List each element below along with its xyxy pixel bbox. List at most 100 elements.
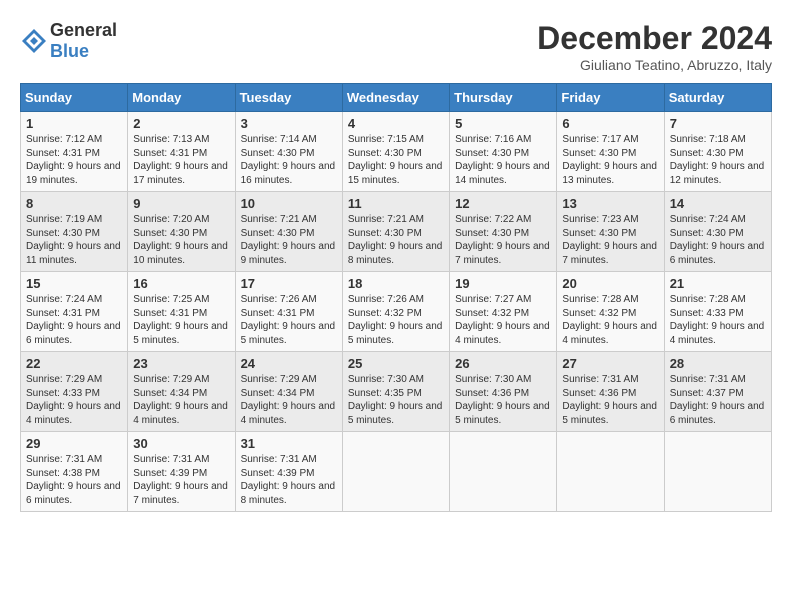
sunset-label: Sunset: 4:32 PM [562,308,636,319]
day-number: 5 [455,116,551,131]
sunrise-label: Sunrise: 7:26 AM [241,294,317,305]
col-friday: Friday [557,84,664,112]
sunset-label: Sunset: 4:33 PM [670,308,744,319]
cell-content: Sunrise: 7:18 AM Sunset: 4:30 PM Dayligh… [670,133,766,187]
cell-content: Sunrise: 7:28 AM Sunset: 4:32 PM Dayligh… [562,293,658,347]
sunrise-label: Sunrise: 7:30 AM [455,374,531,385]
sunrise-label: Sunrise: 7:24 AM [26,294,102,305]
calendar-cell: 5 Sunrise: 7:16 AM Sunset: 4:30 PM Dayli… [450,112,557,192]
sunrise-label: Sunrise: 7:22 AM [455,214,531,225]
day-number: 28 [670,356,766,371]
title-section: December 2024 Giuliano Teatino, Abruzzo,… [537,20,772,73]
col-wednesday: Wednesday [342,84,449,112]
sunrise-label: Sunrise: 7:21 AM [241,214,317,225]
calendar-table: Sunday Monday Tuesday Wednesday Thursday… [20,83,772,512]
sunset-label: Sunset: 4:30 PM [455,148,529,159]
daylight-label: Daylight: 9 hours and 7 minutes. [562,241,657,266]
day-number: 27 [562,356,658,371]
sunset-label: Sunset: 4:31 PM [133,308,207,319]
cell-content: Sunrise: 7:20 AM Sunset: 4:30 PM Dayligh… [133,213,229,267]
logo: General Blue [20,20,117,62]
sunset-label: Sunset: 4:36 PM [562,388,636,399]
calendar-cell: 25 Sunrise: 7:30 AM Sunset: 4:35 PM Dayl… [342,352,449,432]
calendar-cell: 6 Sunrise: 7:17 AM Sunset: 4:30 PM Dayli… [557,112,664,192]
col-monday: Monday [128,84,235,112]
sunrise-label: Sunrise: 7:24 AM [670,214,746,225]
calendar-week-1: 1 Sunrise: 7:12 AM Sunset: 4:31 PM Dayli… [21,112,772,192]
cell-content: Sunrise: 7:29 AM Sunset: 4:34 PM Dayligh… [133,373,229,427]
calendar-week-4: 22 Sunrise: 7:29 AM Sunset: 4:33 PM Dayl… [21,352,772,432]
daylight-label: Daylight: 9 hours and 8 minutes. [241,481,336,506]
cell-content: Sunrise: 7:31 AM Sunset: 4:39 PM Dayligh… [133,453,229,507]
daylight-label: Daylight: 9 hours and 4 minutes. [670,321,765,346]
daylight-label: Daylight: 9 hours and 6 minutes. [670,241,765,266]
day-number: 13 [562,196,658,211]
sunrise-label: Sunrise: 7:12 AM [26,134,102,145]
calendar-cell: 12 Sunrise: 7:22 AM Sunset: 4:30 PM Dayl… [450,192,557,272]
sunset-label: Sunset: 4:34 PM [133,388,207,399]
daylight-label: Daylight: 9 hours and 19 minutes. [26,161,121,186]
sunset-label: Sunset: 4:32 PM [455,308,529,319]
sunset-label: Sunset: 4:31 PM [241,308,315,319]
day-number: 20 [562,276,658,291]
sunrise-label: Sunrise: 7:28 AM [670,294,746,305]
sunset-label: Sunset: 4:30 PM [348,148,422,159]
cell-content: Sunrise: 7:25 AM Sunset: 4:31 PM Dayligh… [133,293,229,347]
location-title: Giuliano Teatino, Abruzzo, Italy [537,57,772,73]
sunset-label: Sunset: 4:31 PM [133,148,207,159]
sunset-label: Sunset: 4:31 PM [26,148,100,159]
col-sunday: Sunday [21,84,128,112]
day-number: 3 [241,116,337,131]
cell-content: Sunrise: 7:31 AM Sunset: 4:37 PM Dayligh… [670,373,766,427]
day-number: 29 [26,436,122,451]
sunset-label: Sunset: 4:34 PM [241,388,315,399]
calendar-cell: 18 Sunrise: 7:26 AM Sunset: 4:32 PM Dayl… [342,272,449,352]
sunrise-label: Sunrise: 7:30 AM [348,374,424,385]
sunset-label: Sunset: 4:30 PM [562,228,636,239]
sunset-label: Sunset: 4:30 PM [241,228,315,239]
cell-content: Sunrise: 7:30 AM Sunset: 4:36 PM Dayligh… [455,373,551,427]
col-thursday: Thursday [450,84,557,112]
sunrise-label: Sunrise: 7:29 AM [26,374,102,385]
daylight-label: Daylight: 9 hours and 10 minutes. [133,241,228,266]
day-number: 21 [670,276,766,291]
cell-content: Sunrise: 7:21 AM Sunset: 4:30 PM Dayligh… [241,213,337,267]
day-number: 24 [241,356,337,371]
sunrise-label: Sunrise: 7:31 AM [26,454,102,465]
sunset-label: Sunset: 4:33 PM [26,388,100,399]
calendar-cell: 15 Sunrise: 7:24 AM Sunset: 4:31 PM Dayl… [21,272,128,352]
calendar-cell [664,432,771,512]
sunrise-label: Sunrise: 7:31 AM [133,454,209,465]
sunrise-label: Sunrise: 7:20 AM [133,214,209,225]
calendar-cell: 4 Sunrise: 7:15 AM Sunset: 4:30 PM Dayli… [342,112,449,192]
calendar-cell: 14 Sunrise: 7:24 AM Sunset: 4:30 PM Dayl… [664,192,771,272]
calendar-cell: 20 Sunrise: 7:28 AM Sunset: 4:32 PM Dayl… [557,272,664,352]
day-number: 7 [670,116,766,131]
sunrise-label: Sunrise: 7:28 AM [562,294,638,305]
sunset-label: Sunset: 4:30 PM [26,228,100,239]
cell-content: Sunrise: 7:16 AM Sunset: 4:30 PM Dayligh… [455,133,551,187]
sunset-label: Sunset: 4:39 PM [133,468,207,479]
daylight-label: Daylight: 9 hours and 13 minutes. [562,161,657,186]
sunset-label: Sunset: 4:31 PM [26,308,100,319]
col-tuesday: Tuesday [235,84,342,112]
sunset-label: Sunset: 4:30 PM [133,228,207,239]
sunset-label: Sunset: 4:38 PM [26,468,100,479]
day-number: 23 [133,356,229,371]
sunrise-label: Sunrise: 7:27 AM [455,294,531,305]
sunset-label: Sunset: 4:35 PM [348,388,422,399]
calendar-cell [557,432,664,512]
daylight-label: Daylight: 9 hours and 4 minutes. [562,321,657,346]
calendar-week-3: 15 Sunrise: 7:24 AM Sunset: 4:31 PM Dayl… [21,272,772,352]
calendar-cell: 23 Sunrise: 7:29 AM Sunset: 4:34 PM Dayl… [128,352,235,432]
day-number: 19 [455,276,551,291]
daylight-label: Daylight: 9 hours and 6 minutes. [26,321,121,346]
daylight-label: Daylight: 9 hours and 9 minutes. [241,241,336,266]
cell-content: Sunrise: 7:22 AM Sunset: 4:30 PM Dayligh… [455,213,551,267]
sunrise-label: Sunrise: 7:29 AM [133,374,209,385]
sunset-label: Sunset: 4:30 PM [670,148,744,159]
day-number: 1 [26,116,122,131]
calendar-cell: 13 Sunrise: 7:23 AM Sunset: 4:30 PM Dayl… [557,192,664,272]
sunset-label: Sunset: 4:30 PM [562,148,636,159]
calendar-week-2: 8 Sunrise: 7:19 AM Sunset: 4:30 PM Dayli… [21,192,772,272]
